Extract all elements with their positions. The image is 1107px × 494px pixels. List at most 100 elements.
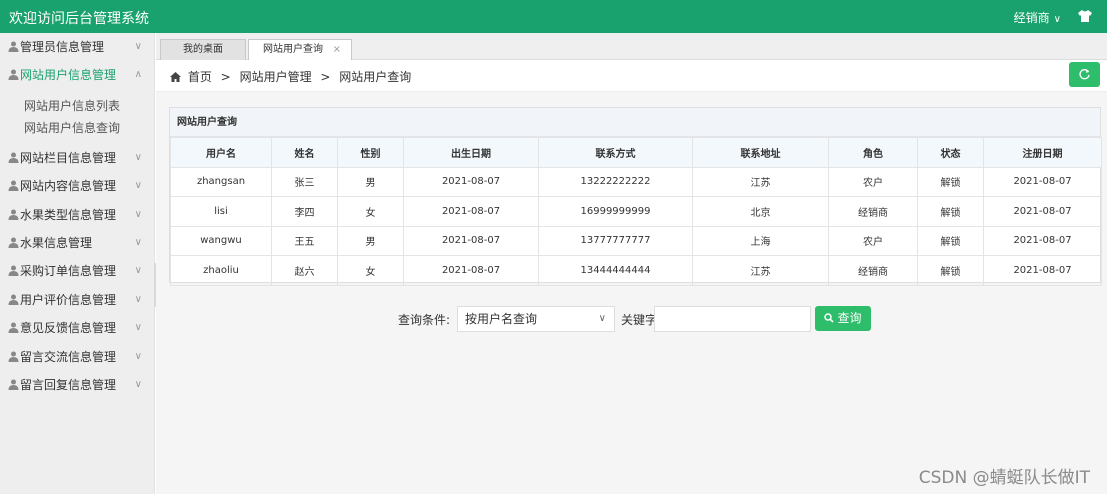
person-icon — [8, 202, 19, 220]
shirt-icon[interactable] — [1077, 8, 1093, 24]
chevron-up-icon: ∧ — [134, 69, 142, 81]
sidebar-item[interactable]: 用户评价信息管理 ∨ — [0, 286, 154, 314]
panel-title: 网站用户查询 — [170, 108, 1100, 137]
table-cell: 女 — [337, 255, 404, 286]
table-cell: 2021-08-07 — [403, 255, 539, 286]
user-table: 用户名 姓名 性别 出生日期 联系方式 联系地址 角色 状态 注册日期 zhangsan 张三男 2… — [170, 137, 1102, 286]
table-row: lisi 李四女 2021-08-07 16999999999 北京 经销商 解锁 2021-… — [170, 196, 1102, 227]
person-icon — [8, 230, 19, 248]
chevron-down-icon: ∨ — [134, 236, 142, 248]
top-bar: 欢迎访问后台管理系统 经销商 ∨ — [0, 0, 1107, 33]
table-cell: 2021-08-07 — [983, 166, 1102, 197]
sidebar-item[interactable]: 网站内容信息管理 ∨ — [0, 172, 154, 200]
sidebar-item-label: 意见反馈信息管理 — [20, 321, 117, 336]
table-cell: 经销商 — [828, 255, 918, 286]
submenu-item[interactable]: 网站用户信息列表 — [0, 95, 154, 117]
sidebar-item[interactable]: 采购订单信息管理 ∨ — [0, 257, 154, 285]
breadcrumb-bar: 首页 > 网站用户管理 > 网站用户查询 — [156, 60, 1107, 92]
table-cell: 王五 — [271, 225, 338, 256]
table-cell: 2021-08-07 — [983, 225, 1102, 256]
table-row: zhangsan 张三男 2021-08-07 13222222222 江苏 农户 解锁 20… — [170, 166, 1102, 197]
sidebar-item-label: 留言回复信息管理 — [20, 377, 117, 392]
tab-user-query[interactable]: 网站用户查询 × — [248, 39, 352, 60]
table-row: zhaoliu 赵六女 2021-08-07 13444444444 江苏 经销商 解锁 20… — [170, 255, 1102, 286]
table-cell: 13444444444 — [538, 255, 693, 286]
user-table-panel: 网站用户查询 用户名 姓名 性别 出生日期 联系方式 联系地址 角色 状态 注册日期 zhang… — [169, 107, 1102, 286]
person-icon — [8, 145, 19, 163]
breadcrumb-separator: > — [320, 70, 331, 84]
breadcrumb-home[interactable]: 首页 — [188, 70, 212, 84]
table-cell: 赵六 — [271, 255, 338, 286]
table-cell: 男 — [337, 166, 404, 197]
sidebar-item[interactable]: 网站用户信息管理 ∧ — [0, 61, 154, 89]
person-icon — [8, 372, 19, 390]
table-cell: 北京 — [692, 196, 829, 227]
submenu-item[interactable]: 网站用户信息查询 — [0, 117, 154, 139]
keyword-input[interactable] — [654, 306, 811, 332]
tab-label: 网站用户查询 — [263, 44, 323, 55]
sidebar-item[interactable]: 水果类型信息管理 ∨ — [0, 201, 154, 229]
column-header: 状态 — [917, 137, 984, 168]
table-cell: 2021-08-07 — [403, 166, 539, 197]
table-cell: 16999999999 — [538, 196, 693, 227]
person-icon — [8, 287, 19, 305]
search-bar: 查询条件: 按用户名查询 ∨ 关键字 查询 — [156, 306, 1107, 332]
table-cell: 江苏 — [692, 255, 829, 286]
column-header: 出生日期 — [403, 137, 539, 168]
sidebar-item-label: 水果信息管理 — [20, 235, 93, 250]
chevron-down-icon: ∨ — [134, 322, 142, 334]
table-cell: 解锁 — [917, 166, 984, 197]
chevron-down-icon: ∨ — [134, 41, 142, 52]
sidebar-item-label: 水果类型信息管理 — [20, 207, 117, 222]
table-cell: 经销商 — [828, 196, 918, 227]
keyword-label: 关键字 — [621, 313, 658, 327]
table-cell: 上海 — [692, 225, 829, 256]
breadcrumb: 首页 > 网站用户管理 > 网站用户查询 — [170, 68, 411, 85]
table-row: wangwu 王五男 2021-08-07 13777777777 上海 农户 解锁 2021… — [170, 225, 1102, 256]
sidebar-item[interactable]: 水果信息管理 ∨ — [0, 229, 154, 257]
person-icon — [8, 315, 19, 334]
chevron-down-icon: ∨ — [134, 180, 142, 192]
table-cell: wangwu — [170, 225, 272, 256]
sidebar-item-label: 采购订单信息管理 — [20, 264, 117, 279]
sidebar-item[interactable]: 留言回复信息管理 ∨ — [0, 371, 154, 399]
table-cell: 农户 — [828, 166, 918, 197]
main-content: 网站用户查询 用户名 姓名 性别 出生日期 联系方式 联系地址 角色 状态 注册日期 zhang… — [156, 92, 1107, 494]
table-cell: 解锁 — [917, 196, 984, 227]
sidebar-item-label: 网站内容信息管理 — [20, 179, 117, 194]
search-button[interactable]: 查询 — [815, 306, 871, 331]
column-header: 角色 — [828, 137, 918, 168]
table-cell: 解锁 — [917, 225, 984, 256]
condition-value: 按用户名查询 — [465, 312, 538, 326]
table-cell: 解锁 — [917, 255, 984, 286]
person-icon — [8, 62, 19, 81]
sidebar-item-label: 管理员信息管理 — [20, 40, 105, 54]
table-header-row: 用户名 姓名 性别 出生日期 联系方式 联系地址 角色 状态 注册日期 — [170, 137, 1102, 168]
condition-label: 查询条件: — [398, 313, 451, 327]
user-menu[interactable]: 经销商 ∨ — [1014, 9, 1061, 26]
sidebar-item[interactable]: 网站栏目信息管理 ∨ — [0, 144, 154, 172]
table-cell: zhaoliu — [170, 255, 272, 286]
refresh-button[interactable] — [1069, 62, 1100, 87]
table-cell: 农户 — [828, 225, 918, 256]
sidebar-item-label: 用户评价信息管理 — [20, 292, 117, 307]
watermark: CSDN @蜻蜓队长做IT — [918, 468, 1090, 488]
close-icon[interactable]: × — [333, 40, 341, 60]
table-cell: 2021-08-07 — [403, 196, 539, 227]
search-button-label: 查询 — [837, 311, 862, 325]
condition-select[interactable]: 按用户名查询 ∨ — [457, 306, 615, 332]
sidebar: 管理员信息管理 ∨ 网站用户信息管理 ∧ 网站用户信息列表 网站用户信息查询网站栏目信息管… — [0, 33, 167, 494]
table-cell: 13777777777 — [538, 225, 693, 256]
person-icon — [8, 34, 19, 52]
table-cell: 男 — [337, 225, 404, 256]
sidebar-item-label: 网站栏目信息管理 — [20, 150, 117, 165]
breadcrumb-current: 网站用户查询 — [339, 70, 412, 84]
sidebar-item[interactable]: 意见反馈信息管理 ∨ — [0, 314, 154, 342]
tab-bar: 我的桌面 网站用户查询 × — [156, 33, 1107, 60]
tab-my-desktop[interactable]: 我的桌面 — [160, 39, 246, 60]
sidebar-item[interactable]: 管理员信息管理 ∨ — [0, 33, 154, 61]
breadcrumb-section[interactable]: 网站用户管理 — [240, 70, 312, 84]
table-cell: 江苏 — [692, 166, 829, 197]
table-cell: 2021-08-07 — [983, 255, 1102, 286]
sidebar-item[interactable]: 留言交流信息管理 ∨ — [0, 343, 154, 371]
